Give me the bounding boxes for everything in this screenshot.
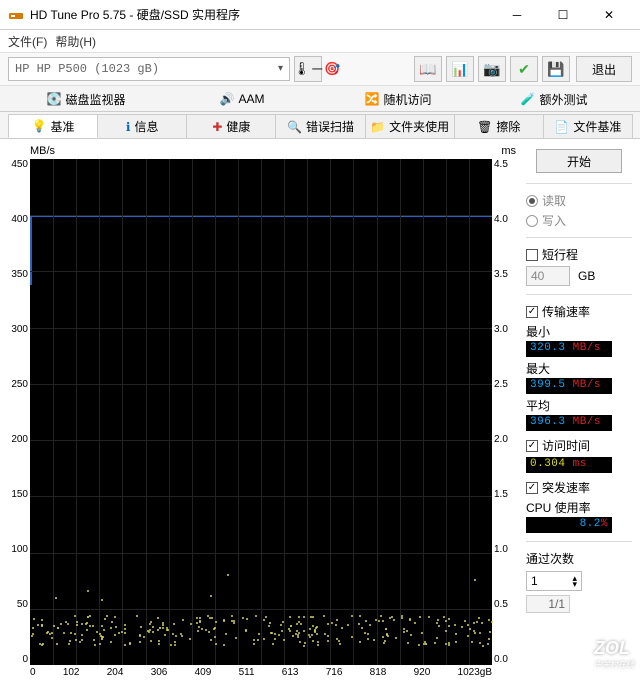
app-icon xyxy=(8,7,24,23)
cpu-label: CPU 使用率 xyxy=(526,499,632,516)
disk-icon: 💾 xyxy=(547,61,564,78)
target-icon: 🎯 xyxy=(324,61,340,77)
min-value-box: 320.3 MB/s xyxy=(526,341,612,357)
speaker-icon: 🔊 xyxy=(220,92,235,106)
camera-icon: 📷 xyxy=(483,61,500,78)
scan-icon: 🔍 xyxy=(287,120,302,134)
benchmark-plot xyxy=(30,159,492,665)
maximize-button[interactable]: ☐ xyxy=(540,0,586,30)
tab-benchmark[interactable]: 💡基准 xyxy=(8,114,98,138)
bulb-icon: 💡 xyxy=(32,119,47,133)
y-left-unit: MB/s xyxy=(30,145,55,157)
health-icon: ✚ xyxy=(212,120,222,134)
exit-button[interactable]: 退出 xyxy=(576,56,632,82)
temperature-button[interactable]: 🌡一 xyxy=(294,56,322,82)
transfer-rate-check[interactable]: 传输速率 xyxy=(526,303,632,320)
window-title: HD Tune Pro 5.75 - 硬盘/SSD 实用程序 xyxy=(30,6,494,23)
info-icon: ℹ xyxy=(126,120,131,134)
checkbox-icon xyxy=(526,482,538,494)
short-stroke-check[interactable]: 短行程 xyxy=(526,246,632,263)
secondary-tabs: 💡基准 ℹ信息 ✚健康 🔍错误扫描 📁文件夹使用 🗑擦除 📄文件基准 xyxy=(0,112,640,138)
chart-area: MB/s ms 450400350300250200150100500 4.54… xyxy=(8,145,518,678)
checkbox-icon xyxy=(526,440,538,452)
write-radio-row[interactable]: 写入 xyxy=(526,212,632,229)
content: MB/s ms 450400350300250200150100500 4.54… xyxy=(0,138,640,686)
drive-select-text: HP HP P500 (1023 gB) xyxy=(15,62,159,76)
tab-error-scan[interactable]: 🔍错误扫描 xyxy=(275,114,365,138)
primary-tabs: 💽磁盘监视器 🔊AAM 🔀随机访问 🧪额外测试 xyxy=(0,86,640,112)
min-label: 最小 xyxy=(526,323,632,340)
drive-select[interactable]: HP HP P500 (1023 gB) ▾ xyxy=(8,57,290,81)
radio-icon xyxy=(526,195,538,207)
menu-help[interactable]: 帮助(H) xyxy=(55,33,96,50)
book-icon: 📖 xyxy=(419,61,436,78)
passes-label: 通过次数 xyxy=(526,550,632,567)
read-radio-row[interactable]: 读取 xyxy=(526,192,632,209)
cpu-value-box: 8.2% xyxy=(526,517,612,533)
pass-count-spinner[interactable]: 1▴▾ xyxy=(526,571,582,591)
y-axis-right: 4.54.03.53.02.52.01.51.00.50.0 xyxy=(492,159,514,665)
copy-info-button[interactable]: 📖 xyxy=(414,56,442,82)
camera-button[interactable]: 📷 xyxy=(478,56,506,82)
chart-icon: 📊 xyxy=(451,61,468,78)
access-value-box: 0.304 ms xyxy=(526,457,612,473)
titlebar: HD Tune Pro 5.75 - 硬盘/SSD 实用程序 ─ ☐ ✕ xyxy=(0,0,640,30)
toolbar: HP HP P500 (1023 gB) ▾ 🌡一 🎯 📖 📊 📷 ✔ 💾 退出 xyxy=(0,52,640,86)
save-button[interactable]: 💾 xyxy=(542,56,570,82)
y-right-unit: ms xyxy=(501,145,516,157)
tab-erase[interactable]: 🗑擦除 xyxy=(454,114,544,138)
max-value-box: 399.5 MB/s xyxy=(526,378,612,394)
close-button[interactable]: ✕ xyxy=(586,0,632,30)
tab-health[interactable]: ✚健康 xyxy=(186,114,276,138)
options-button[interactable]: ✔ xyxy=(510,56,538,82)
tab-extra-tests[interactable]: 🧪额外测试 xyxy=(476,87,632,111)
avg-label: 平均 xyxy=(526,397,632,414)
side-panel: 开始 读取 写入 短行程 40 GB 传输速率 最小 320.3 MB/s 最大… xyxy=(518,145,632,678)
burst-rate-check[interactable]: 突发速率 xyxy=(526,479,632,496)
erase-icon: 🗑 xyxy=(477,120,492,134)
minimize-button[interactable]: ─ xyxy=(494,0,540,30)
random-icon: 🔀 xyxy=(365,92,380,106)
tab-info[interactable]: ℹ信息 xyxy=(97,114,187,138)
chevron-down-icon: ▾ xyxy=(278,63,283,75)
pass-progress: 1/1 xyxy=(526,595,570,613)
max-label: 最大 xyxy=(526,360,632,377)
drive-icon: 💽 xyxy=(47,92,62,106)
checkbox-icon xyxy=(526,249,538,261)
tab-aam[interactable]: 🔊AAM xyxy=(164,87,320,111)
file-icon: 📄 xyxy=(554,120,569,134)
check-icon: ✔ xyxy=(518,61,530,78)
short-stroke-value[interactable]: 40 xyxy=(526,266,570,286)
x-axis: 01022043064095116137168189201023gB xyxy=(30,667,492,678)
tab-folder-usage[interactable]: 📁文件夹使用 xyxy=(365,114,455,138)
y-axis-left: 450400350300250200150100500 xyxy=(8,159,30,665)
start-button[interactable]: 开始 xyxy=(536,149,622,173)
radio-icon xyxy=(526,215,538,227)
transfer-line-dip xyxy=(30,215,32,285)
spinner-icon: ▴▾ xyxy=(572,575,577,588)
menubar: 文件(F) 帮助(H) xyxy=(0,30,640,52)
tab-disk-monitor[interactable]: 💽磁盘监视器 xyxy=(8,87,164,111)
thermometer-icon: 🌡 xyxy=(293,61,310,77)
screenshot-button[interactable]: 📊 xyxy=(446,56,474,82)
menu-file[interactable]: 文件(F) xyxy=(8,33,47,50)
tab-random-access[interactable]: 🔀随机访问 xyxy=(320,87,476,111)
short-stroke-unit: GB xyxy=(578,269,595,283)
watermark: ZOL 中关村在线 xyxy=(594,638,634,670)
checkbox-icon xyxy=(526,306,538,318)
access-time-check[interactable]: 访问时间 xyxy=(526,437,632,454)
avg-value-box: 396.3 MB/s xyxy=(526,415,612,431)
tab-file-benchmark[interactable]: 📄文件基准 xyxy=(543,114,633,138)
folder-icon: 📁 xyxy=(370,120,385,134)
extra-icon: 🧪 xyxy=(521,92,536,106)
